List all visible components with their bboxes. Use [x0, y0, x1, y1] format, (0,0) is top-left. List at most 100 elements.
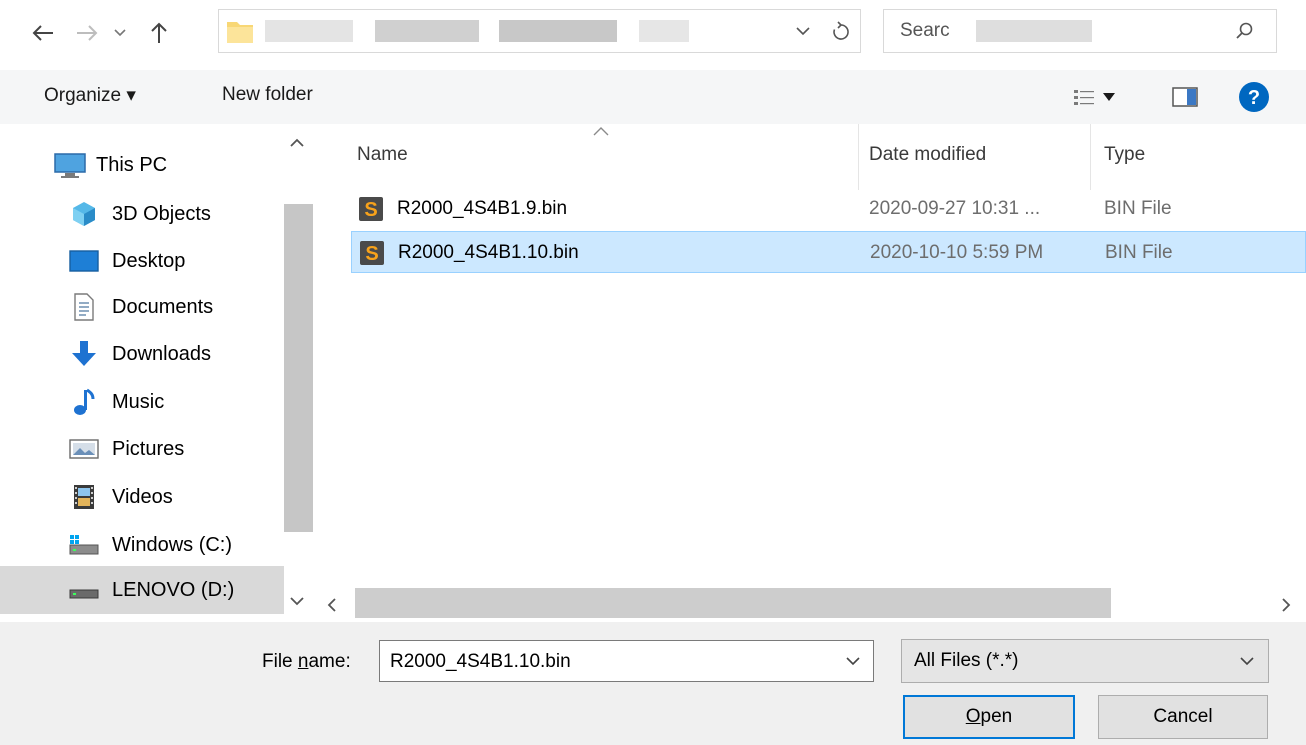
refresh-icon [833, 21, 849, 40]
sidebar-item-this-pc[interactable]: This PC [0, 142, 284, 188]
open-label: Open [965, 706, 1013, 727]
sort-ascending-icon [593, 127, 609, 136]
pictures-icon [66, 434, 102, 464]
help-icon: ? [1239, 82, 1269, 112]
filename-label: File name: [262, 651, 351, 672]
documents-icon [66, 292, 102, 322]
sidebar-item-label: Desktop [112, 249, 186, 272]
downloads-icon [66, 339, 102, 369]
file-row[interactable]: S R2000_4S4B1.9.bin 2020-09-27 10:31 ...… [351, 188, 1306, 230]
sidebar-item-label: Videos [112, 485, 173, 508]
sidebar-item-pictures[interactable]: Pictures [0, 426, 284, 472]
search-box[interactable]: Searc [883, 9, 1277, 53]
preview-pane-icon [1172, 87, 1198, 107]
folder-icon [227, 22, 253, 43]
file-date-modified: 2020-10-10 5:59 PM [870, 242, 1044, 263]
sidebar-item-desktop[interactable]: Desktop [0, 238, 284, 284]
column-header-name[interactable]: Name [357, 144, 408, 166]
file-type: BIN File [1105, 242, 1173, 263]
scroll-down-icon [290, 597, 304, 606]
up-button[interactable] [142, 14, 176, 52]
chevron-down-icon [846, 657, 860, 666]
search-placeholder: Searc [900, 20, 950, 41]
cancel-label: Cancel [1153, 706, 1213, 727]
scroll-left-icon [327, 598, 336, 612]
column-header-type[interactable]: Type [1104, 144, 1145, 166]
details-view-icon [1074, 90, 1094, 105]
navigation-scroll-thumb[interactable] [284, 204, 313, 532]
videos-icon [66, 482, 102, 512]
help-button[interactable]: ? [1238, 81, 1270, 113]
back-arrow-icon [32, 25, 53, 41]
dialog-footer: File name: R2000_4S4B1.10.bin All Files … [0, 622, 1306, 745]
forward-arrow-icon [77, 25, 98, 41]
refresh-button[interactable] [823, 10, 859, 52]
filename-value: R2000_4S4B1.10.bin [390, 651, 571, 672]
file-name: R2000_4S4B1.9.bin [397, 198, 568, 219]
sidebar-item-3d-objects[interactable]: 3D Objects [0, 191, 284, 237]
file-list: Name Date modified Type S R2000_4S4B1.9.… [313, 124, 1306, 584]
svg-text:S: S [365, 243, 378, 265]
svg-text:S: S [364, 199, 377, 221]
sidebar-item-label: Pictures [112, 437, 185, 460]
file-row-selected[interactable]: S R2000_4S4B1.10.bin 2020-10-10 5:59 PM … [351, 231, 1306, 273]
music-icon [66, 387, 102, 417]
windows-drive-icon [66, 530, 102, 560]
sidebar-item-label: Music [112, 390, 165, 413]
horizontal-scroll-thumb[interactable] [355, 588, 1111, 618]
forward-button[interactable] [70, 14, 104, 52]
up-arrow-icon [151, 22, 167, 43]
navigation-pane: This PC 3D Objects Desktop Documents Dow… [0, 124, 313, 622]
bin-file-icon: S [360, 241, 384, 265]
dropdown-arrow-icon [1103, 93, 1115, 101]
sidebar-item-label: Documents [112, 295, 214, 318]
horizontal-scrollbar[interactable] [313, 584, 1306, 622]
file-name: R2000_4S4B1.10.bin [398, 242, 579, 263]
drive-icon [66, 575, 102, 605]
address-blur-3 [499, 20, 617, 42]
sidebar-item-label: Downloads [112, 342, 211, 365]
sidebar-item-videos[interactable]: Videos [0, 474, 284, 520]
sidebar-item-downloads[interactable]: Downloads [0, 331, 284, 377]
sidebar-item-documents[interactable]: Documents [0, 284, 284, 330]
address-blur-1 [265, 20, 353, 42]
sidebar-item-label: This PC [96, 153, 168, 176]
address-blur-4 [639, 20, 689, 42]
chevron-down-icon [114, 29, 126, 37]
navigation-scrollbar[interactable] [284, 124, 313, 622]
chevron-down-icon [796, 26, 810, 35]
file-type: BIN File [1104, 198, 1172, 219]
search-blur [976, 20, 1092, 42]
back-button[interactable] [26, 14, 60, 52]
organize-menu[interactable]: Organize ▾ [44, 84, 136, 107]
scroll-right-icon [1282, 598, 1291, 612]
filename-input[interactable]: R2000_4S4B1.10.bin [379, 640, 874, 682]
preview-pane-button[interactable] [1168, 82, 1202, 112]
sidebar-item-label: 3D Objects [112, 202, 211, 225]
open-button[interactable]: Open [903, 695, 1075, 739]
scroll-up-icon [290, 138, 304, 147]
cancel-button[interactable]: Cancel [1098, 695, 1268, 739]
this-pc-icon [52, 150, 88, 180]
change-view-button[interactable] [1058, 80, 1130, 114]
new-folder-button[interactable]: New folder [222, 84, 313, 106]
column-header-date-modified[interactable]: Date modified [869, 144, 986, 166]
sidebar-item-lenovo-d[interactable]: LENOVO (D:) [0, 566, 284, 614]
address-bar[interactable] [218, 9, 861, 53]
recent-locations-button[interactable] [108, 14, 132, 52]
column-divider [1090, 124, 1091, 190]
sidebar-item-label: Windows (C:) [112, 533, 233, 556]
address-blur-2 [375, 20, 479, 42]
sidebar-item-music[interactable]: Music [0, 379, 284, 425]
desktop-icon [66, 246, 102, 276]
sidebar-item-windows-c[interactable]: Windows (C:) [0, 522, 284, 568]
bin-file-icon: S [359, 197, 383, 221]
filter-value: All Files (*.*) [914, 650, 1019, 671]
search-icon [1236, 22, 1253, 39]
file-type-filter-select[interactable]: All Files (*.*) [901, 639, 1269, 683]
3d-objects-icon [66, 199, 102, 229]
chevron-down-icon [1240, 657, 1254, 666]
address-dropdown-button[interactable] [785, 10, 821, 52]
sidebar-item-label: LENOVO (D:) [112, 578, 235, 601]
navigation-bar: Searc [0, 0, 1306, 70]
